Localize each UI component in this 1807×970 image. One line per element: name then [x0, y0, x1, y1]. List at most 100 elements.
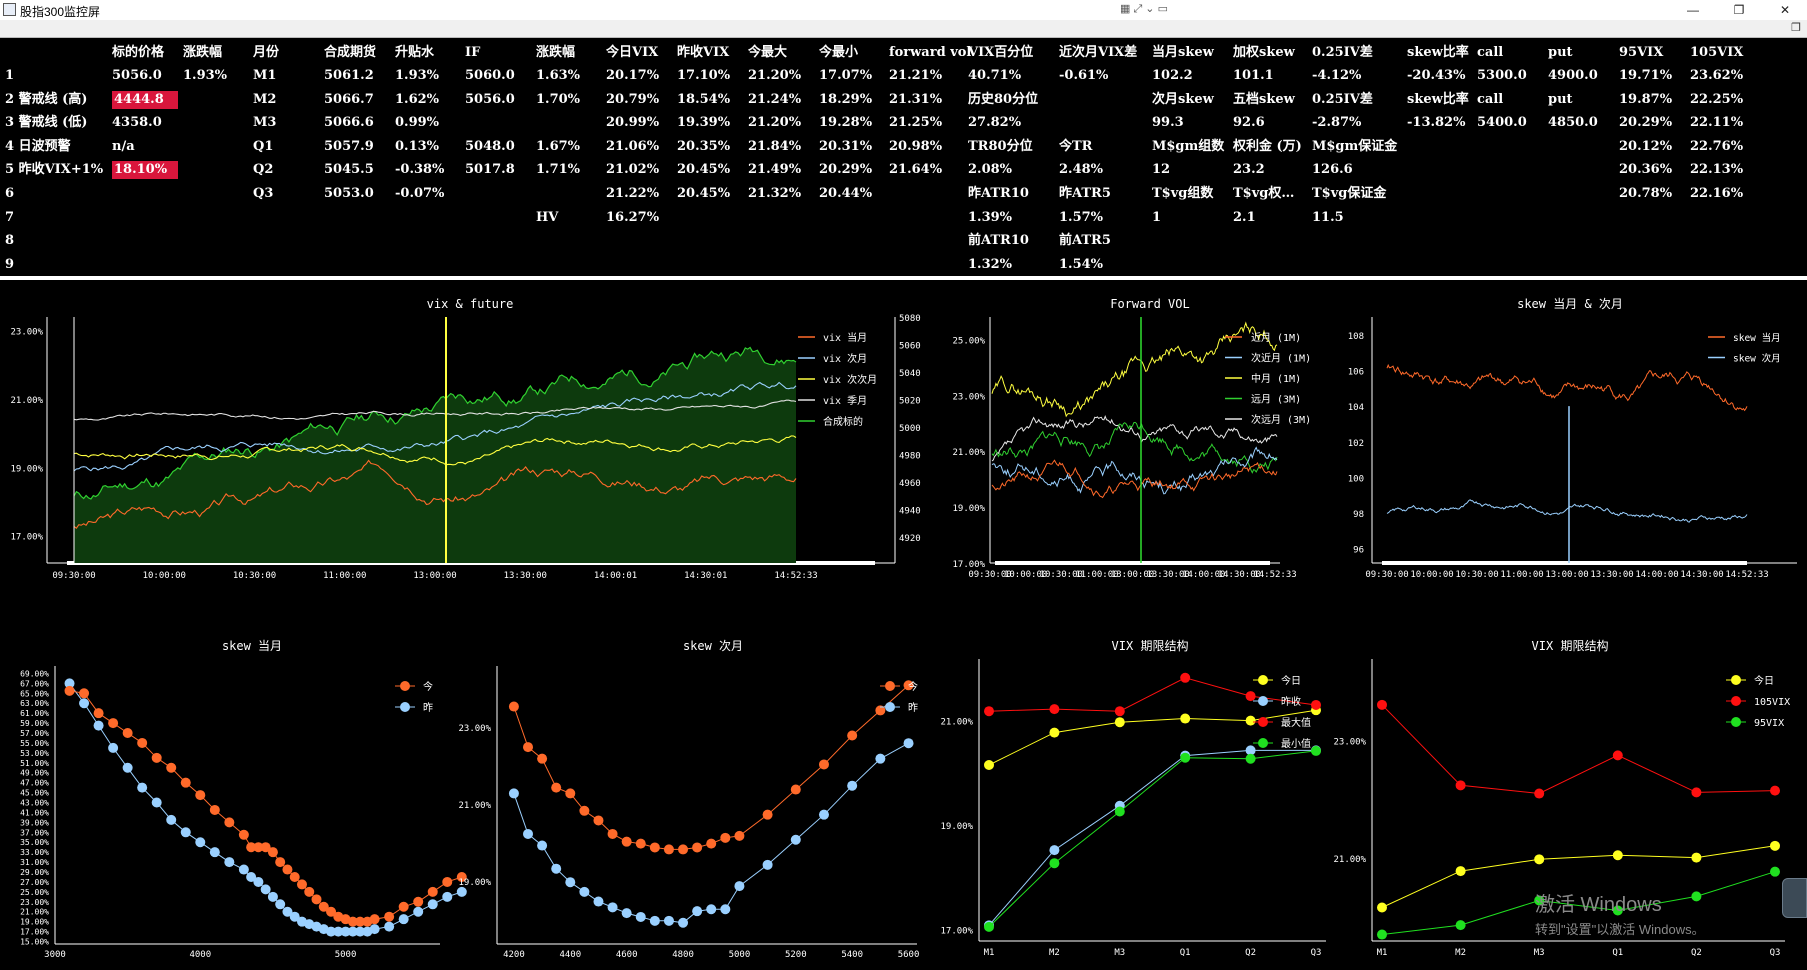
table-cell: 5053.0	[324, 186, 374, 201]
y-tick: 47.00%	[20, 779, 49, 788]
x-tick: 11:00:00	[323, 571, 366, 581]
table-cell: 102.2	[1152, 68, 1193, 83]
data-point-yest	[523, 828, 534, 839]
table-cell: 4850.0	[1548, 115, 1598, 131]
table-cell: 0.13%	[395, 138, 440, 154]
data-point-term	[1049, 727, 1060, 738]
table-cell: M2	[253, 91, 277, 107]
x-tick: Q3	[1311, 948, 1322, 958]
x-tick: 5200	[785, 950, 807, 960]
data-point-yest	[79, 698, 90, 709]
table-cell: 1.93%	[395, 68, 440, 83]
table-cell: 5061.2	[324, 68, 374, 83]
table-cell: 6	[5, 186, 15, 201]
table-cell: skew比率	[1407, 91, 1469, 107]
table-cell: T$vg组数	[1152, 186, 1214, 201]
y-tick: 96	[1353, 546, 1364, 556]
y-tick: 17.00%	[10, 533, 43, 543]
legend-label: 105VIX	[1754, 697, 1790, 708]
series-skew-m2	[1386, 499, 1748, 523]
table-cell: 今TR	[1059, 138, 1093, 154]
legend-label: 今	[423, 680, 433, 693]
table-cell: 21.49%	[748, 162, 802, 178]
table-cell: 5057.9	[324, 138, 374, 154]
legend-label: 今日	[1754, 674, 1774, 687]
table-cell: call	[1477, 91, 1504, 107]
side-tab-icon[interactable]	[1782, 878, 1807, 918]
table-cell: 21.06%	[606, 138, 660, 154]
toolbar-icons[interactable]: ▦ ⤢ ⌄ ▭	[1120, 2, 1168, 16]
y-tick: 21.00%	[952, 448, 985, 458]
data-point-yest	[456, 886, 467, 897]
table-cell: 20.45%	[677, 186, 731, 201]
data-point-yest	[663, 915, 674, 926]
x-tick: 4200	[503, 950, 525, 960]
x-tick: 13:00:00	[1545, 570, 1588, 580]
table-cell: 5060.0	[465, 68, 515, 83]
legend-label: skew 次月	[1733, 353, 1781, 365]
legend-label: 最小值	[1281, 737, 1311, 750]
table-cell: 21.64%	[889, 162, 943, 178]
table-cell: 126.6	[1312, 162, 1353, 178]
legend-label: vix 当月	[823, 331, 867, 344]
y-tick: 19.00%	[940, 822, 973, 832]
chart-title: VIX 期限结构	[1112, 638, 1189, 653]
legend-label: 最大值	[1281, 716, 1311, 729]
y-tick: 43.00%	[20, 799, 49, 808]
table-cell: 18.54%	[677, 91, 731, 107]
y-tick: 31.00%	[20, 858, 49, 867]
table-cell: 2.08%	[968, 162, 1013, 178]
table-cell: 5 昨收VIX+1%	[5, 162, 104, 178]
data-point-yest	[734, 881, 745, 892]
data-point-term	[1534, 854, 1545, 865]
table-cell: 1.93%	[183, 68, 228, 83]
data-point-term	[984, 706, 994, 717]
x-tick: 14:30:01	[684, 571, 727, 581]
data-point-term	[1612, 850, 1623, 861]
table-cell: 21.84%	[748, 138, 802, 154]
x-tick: 10:30:00	[233, 571, 276, 581]
y-tick: 51.00%	[20, 759, 49, 768]
table-cell: 12	[1152, 162, 1171, 178]
data-point-today	[413, 896, 424, 907]
table-cell: 20.98%	[889, 138, 943, 154]
legend-dot	[400, 681, 410, 691]
y-right-tick: 5020	[899, 397, 921, 407]
table-cell: 40.71%	[968, 68, 1022, 83]
monitor-table: 标的价格 涨跌幅 月份 合成期货 升贴水 IF 涨跌幅 今日VIX 昨收VIX 今最大 今最小 for…	[0, 40, 1807, 276]
data-point-term	[984, 921, 994, 932]
table-header: skew比率	[1407, 45, 1469, 60]
table-cell: 1	[1152, 209, 1162, 225]
chart-title: Forward VOL	[1110, 297, 1189, 311]
y-tick: 29.00%	[20, 868, 49, 877]
data-point-yest	[593, 896, 604, 907]
y-tick: 23.00%	[458, 724, 491, 734]
minimize-button[interactable]: —	[1670, 0, 1716, 20]
x-tick: M3	[1114, 948, 1125, 958]
restore-icon[interactable]: ❐	[1791, 21, 1801, 34]
table-cell: 1.62%	[395, 91, 440, 107]
table-header: forward vol	[889, 45, 972, 60]
table-cell: 18.10%	[112, 161, 178, 180]
data-point-yest	[621, 908, 632, 919]
y-right-tick: 5000	[899, 424, 921, 434]
close-button[interactable]: ✕	[1762, 0, 1807, 20]
data-point-today	[398, 901, 409, 912]
data-point-today	[790, 784, 801, 795]
data-point-today	[649, 842, 660, 853]
legend-dot	[1731, 675, 1741, 685]
table-cell: 3 警戒线 (低)	[5, 115, 88, 131]
data-point-yest	[209, 847, 220, 858]
table-cell: 权利金 (万)	[1233, 138, 1302, 154]
y-tick: 49.00%	[20, 769, 49, 778]
legend-label: 中月 (1M)	[1251, 372, 1301, 385]
data-point-today	[692, 842, 703, 853]
data-point-today	[289, 871, 300, 882]
legend-dot	[1731, 696, 1741, 706]
maximize-button[interactable]: ❐	[1716, 0, 1762, 20]
y-tick: 63.00%	[20, 699, 49, 708]
table-cell: M$gm组数	[1152, 138, 1225, 154]
data-point-today	[663, 844, 674, 855]
table-cell: 1.32%	[968, 256, 1013, 272]
x-tick: 14:52:33	[1725, 570, 1768, 580]
